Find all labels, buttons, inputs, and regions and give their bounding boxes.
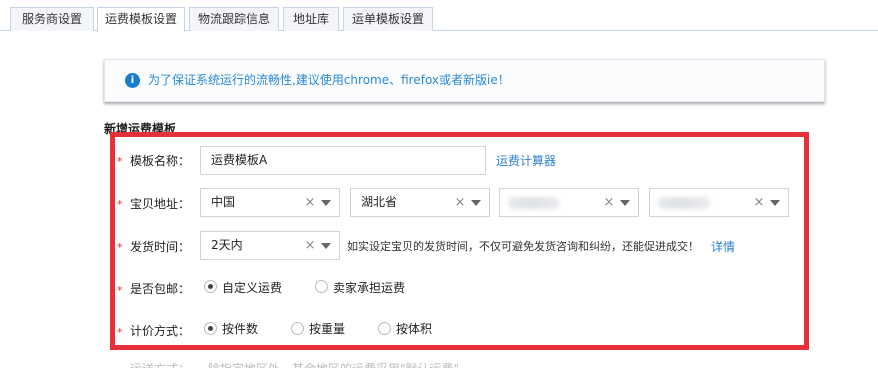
required-mark: *: [117, 241, 123, 254]
notice-text: 为了保证系统运行的流畅性,建议使用chrome、firefox或者新版ie！: [148, 73, 510, 87]
required-mark: *: [117, 284, 123, 297]
shipping-method-text: 除指定地区外，其余地区的运费采用"默认运费": [208, 360, 459, 368]
clear-icon[interactable]: ×: [603, 189, 615, 216]
free-shipping-label: 是否包邮：: [130, 282, 191, 296]
tab-logistics-tracking[interactable]: 物流跟踪信息: [189, 7, 279, 31]
blurred-value: [508, 197, 560, 209]
radio-seller-pays[interactable]: [315, 280, 328, 293]
chevron-down-icon: [321, 200, 331, 206]
radio-custom-fee-label[interactable]: 自定义运费: [222, 279, 282, 296]
radio-by-weight[interactable]: [291, 322, 304, 335]
ship-time-hint: 如实设定宝贝的发货时间，不仅可避免发货咨询和纠纷，还能促进成交！: [347, 240, 699, 253]
blurred-value: [658, 197, 710, 209]
radio-by-piece-label[interactable]: 按件数: [222, 320, 258, 337]
radio-by-piece[interactable]: [204, 322, 217, 335]
tab-shipping-template[interactable]: 运费模板设置: [97, 7, 185, 32]
shipping-method-label: 运送方式：: [130, 360, 190, 368]
pricing-label: 计价方式：: [130, 324, 191, 338]
province-select[interactable]: 湖北省 ×: [350, 188, 490, 217]
template-name-input[interactable]: 运费模板A: [200, 146, 486, 175]
chevron-down-icon: [620, 200, 630, 206]
ship-time-value: 2天内: [211, 238, 243, 252]
template-name-label: 模板名称：: [130, 154, 191, 168]
required-mark: *: [117, 198, 123, 211]
chevron-down-icon: [471, 200, 481, 206]
tab-bar: 服务商设置 运费模板设置 物流跟踪信息 地址库 运单模板设置: [0, 0, 878, 32]
country-select[interactable]: 中国 ×: [200, 188, 340, 217]
ship-time-label: 发货时间：: [130, 240, 191, 254]
info-icon: i: [125, 73, 140, 88]
city-select[interactable]: ×: [499, 188, 639, 217]
clear-icon[interactable]: ×: [753, 189, 765, 216]
tab-address-book[interactable]: 地址库: [283, 7, 339, 31]
tab-service-provider[interactable]: 服务商设置: [10, 7, 94, 31]
browser-notice: i 为了保证系统运行的流畅性,建议使用chrome、firefox或者新版ie！: [104, 59, 825, 102]
shipping-calculator-link[interactable]: 运费计算器: [496, 152, 556, 169]
chevron-down-icon: [770, 200, 780, 206]
required-mark: *: [117, 155, 123, 168]
tab-waybill-template[interactable]: 运单模板设置: [343, 7, 433, 31]
ship-time-select[interactable]: 2天内 ×: [200, 231, 340, 260]
radio-by-volume[interactable]: [378, 322, 391, 335]
radio-by-weight-label[interactable]: 按重量: [309, 320, 345, 337]
detail-link[interactable]: 详情: [711, 238, 735, 255]
required-mark: *: [117, 326, 123, 339]
country-value: 中国: [211, 195, 236, 209]
clear-icon[interactable]: ×: [304, 232, 316, 259]
radio-by-volume-label[interactable]: 按体积: [396, 320, 432, 337]
address-label: 宝贝地址：: [130, 197, 191, 211]
radio-custom-fee[interactable]: [204, 280, 217, 293]
radio-seller-pays-label[interactable]: 卖家承担运费: [333, 279, 405, 296]
chevron-down-icon: [321, 243, 331, 249]
province-value: 湖北省: [361, 195, 398, 209]
clear-icon[interactable]: ×: [454, 189, 466, 216]
clear-icon[interactable]: ×: [304, 189, 316, 216]
district-select[interactable]: ×: [649, 188, 789, 217]
